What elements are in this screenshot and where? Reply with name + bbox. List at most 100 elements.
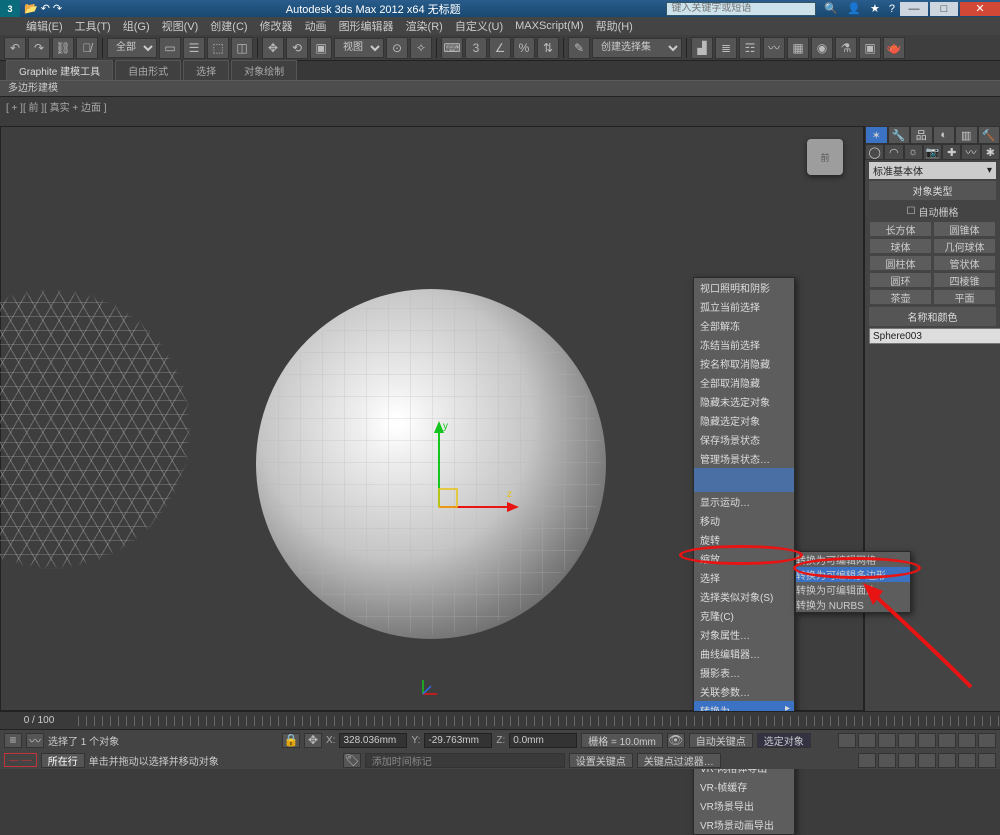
ctx-vr-framebuffer[interactable]: VR-帧缓存 — [694, 777, 794, 796]
cmdtab-modify[interactable]: 🔧 — [888, 126, 911, 144]
percent-snap-icon[interactable]: % — [513, 37, 535, 59]
sub-editable-poly[interactable]: 转换为可编辑多边形 — [796, 567, 910, 582]
cmdtab-hierarchy[interactable]: 品 — [910, 126, 933, 144]
named-set-edit-icon[interactable]: ✎ — [568, 37, 590, 59]
rollout-name-color[interactable]: 名称和颜色 — [869, 307, 996, 326]
ctx-select[interactable]: 选择 — [694, 568, 794, 587]
cmdtab-motion[interactable]: ◐ — [933, 126, 956, 144]
type-cylinder[interactable]: 圆柱体 — [869, 255, 932, 271]
trackbar-toggle-icon[interactable]: ≡ — [4, 733, 22, 748]
curve-editor-icon[interactable]: 〰 — [763, 37, 785, 59]
ctx-isolate[interactable]: 孤立当前选择 — [694, 297, 794, 316]
ctx-hide-unselected[interactable]: 隐藏未选定对象 — [694, 392, 794, 411]
type-torus[interactable]: 圆环 — [869, 272, 932, 288]
ctx-unfreeze-all[interactable]: 全部解冻 — [694, 316, 794, 335]
autogrid-checkbox[interactable]: ☐自动栅格 — [865, 202, 1000, 221]
menu-rendering[interactable]: 渲染(R) — [400, 18, 449, 34]
ctx-unhide-by-name[interactable]: 按名称取消隐藏 — [694, 354, 794, 373]
menu-grapheditors[interactable]: 图形编辑器 — [333, 18, 400, 34]
ctx-rotate[interactable]: 旋转 — [694, 530, 794, 549]
play-start-icon[interactable] — [838, 733, 856, 748]
timeline[interactable]: 0 / 100 — [0, 711, 1000, 729]
ribbon-tab-paint[interactable]: 对象绘制 — [231, 60, 297, 80]
window-crossing-icon[interactable]: ◫ — [231, 37, 253, 59]
ctx-clone[interactable]: 克隆(C) — [694, 606, 794, 625]
autokey-button[interactable]: 自动关键点 — [689, 733, 753, 748]
layers-icon[interactable]: ☶ — [739, 37, 761, 59]
cmdcat-spacewarps[interactable]: 〰 — [961, 144, 980, 160]
nav-pan-icon[interactable] — [918, 733, 936, 748]
qat-undo-icon[interactable]: ↶ — [41, 2, 50, 15]
ctx-scale[interactable]: 缩放 — [694, 549, 794, 568]
qat-redo-icon[interactable]: ↷ — [53, 2, 62, 15]
menu-view[interactable]: 视图(V) — [156, 18, 205, 34]
add-time-tag[interactable]: 添加时间标记 — [365, 753, 565, 768]
ribbon-tab-graphite[interactable]: Graphite 建模工具 — [6, 60, 113, 80]
ctx-wire-params[interactable]: 关联参数… — [694, 682, 794, 701]
absolute-mode-icon[interactable]: ✥ — [304, 733, 322, 748]
play-prev-icon[interactable] — [858, 733, 876, 748]
qat-open-icon[interactable]: 📂 — [24, 2, 38, 15]
select-region-icon[interactable]: ⬚ — [207, 37, 229, 59]
menu-maxscript[interactable]: MAXScript(M) — [509, 20, 589, 32]
ctx-object-properties[interactable]: 对象属性… — [694, 625, 794, 644]
maxscript-label[interactable]: 所在行 — [41, 753, 85, 768]
nav-maxtoggle-icon[interactable] — [978, 753, 996, 768]
sub-nurbs[interactable]: 转换为 NURBS — [796, 597, 910, 612]
link-icon[interactable]: ⛓ — [52, 37, 74, 59]
close-button[interactable]: ✕ — [960, 2, 1000, 16]
refcoord-dropdown[interactable]: 视图 — [334, 38, 384, 58]
mini-curve-icon[interactable]: 〰 — [26, 733, 44, 748]
ctx-unhide-all[interactable]: 全部取消隐藏 — [694, 373, 794, 392]
type-box[interactable]: 长方体 — [869, 221, 932, 237]
menu-group[interactable]: 组(G) — [117, 18, 156, 34]
nav-orbit2-icon[interactable] — [958, 753, 976, 768]
maximize-button[interactable]: □ — [930, 2, 958, 16]
select-by-name-icon[interactable]: ☰ — [183, 37, 205, 59]
cmdtab-utilities[interactable]: 🔨 — [978, 126, 1000, 144]
cmdtab-display[interactable]: ▥ — [955, 126, 978, 144]
ctx-vr-scene-export[interactable]: VR场景导出 — [694, 796, 794, 815]
unlink-icon[interactable]: ⛓̸ — [76, 37, 98, 59]
ctx-freeze-selection[interactable]: 冻结当前选择 — [694, 335, 794, 354]
app-icon[interactable]: 3 — [0, 0, 20, 17]
time-tag-icon[interactable]: 🏷 — [343, 753, 361, 768]
align-icon[interactable]: ≣ — [715, 37, 737, 59]
menu-create[interactable]: 创建(C) — [204, 18, 253, 34]
cmdtab-create[interactable]: ✶ — [865, 126, 888, 144]
time-config-icon[interactable] — [858, 753, 876, 768]
type-sphere[interactable]: 球体 — [869, 238, 932, 254]
help-search-input[interactable] — [666, 2, 816, 16]
snap-toggle-icon[interactable]: 3 — [465, 37, 487, 59]
cmdcat-cameras[interactable]: 📷 — [923, 144, 942, 160]
rollout-object-type[interactable]: 对象类型 — [869, 181, 996, 200]
ctx-show-motion[interactable]: 显示运动… — [694, 492, 794, 511]
minimize-button[interactable]: — — [900, 2, 928, 16]
select-object-icon[interactable]: ▭ — [159, 37, 181, 59]
type-tube[interactable]: 管状体 — [933, 255, 996, 271]
lock-selection-icon[interactable]: 🔒 — [282, 733, 300, 748]
pivot-icon[interactable]: ⊙ — [386, 37, 408, 59]
undo-icon[interactable]: ↶ — [4, 37, 26, 59]
type-cone[interactable]: 圆锥体 — [933, 221, 996, 237]
menu-animation[interactable]: 动画 — [299, 18, 333, 34]
ctx-dope-sheet[interactable]: 摄影表… — [694, 663, 794, 682]
viewport[interactable]: y z 前 视口照明和阴影 孤立当前选择 全部解冻 冻结当前选择 按名称取消隐藏… — [0, 126, 864, 711]
render-frame-icon[interactable]: ▣ — [859, 37, 881, 59]
viewport-label[interactable]: [ + ][ 前 ][ 真实 + 边面 ] — [0, 97, 1000, 116]
named-selection-dropdown[interactable]: 创建选择集 — [592, 38, 682, 58]
keyfilters-button[interactable]: 关键点过滤器… — [637, 753, 721, 768]
type-plane[interactable]: 平面 — [933, 289, 996, 305]
ctx-move[interactable]: 移动 — [694, 511, 794, 530]
rotate-icon[interactable]: ⟲ — [286, 37, 308, 59]
menu-customize[interactable]: 自定义(U) — [449, 18, 509, 34]
cmdcat-geometry[interactable]: ◯ — [865, 144, 884, 160]
favorite-icon[interactable]: ★ — [870, 3, 880, 15]
cmdcat-systems[interactable]: ✱ — [981, 144, 1000, 160]
selection-filter-dropdown[interactable]: 全部 — [107, 38, 157, 58]
menu-tools[interactable]: 工具(T) — [69, 18, 117, 34]
object-name-input[interactable] — [869, 328, 1000, 344]
nav-fov-icon[interactable] — [918, 753, 936, 768]
spinner-snap-icon[interactable]: ⇅ — [537, 37, 559, 59]
move-icon[interactable]: ✥ — [262, 37, 284, 59]
